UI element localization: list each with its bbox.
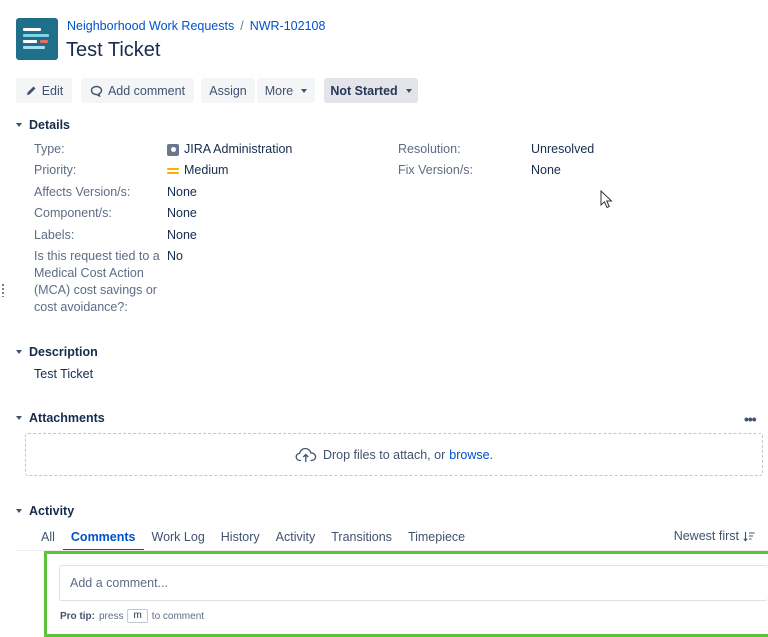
priority-medium-icon (167, 167, 179, 175)
affects-version-label: Affects Version/s: (34, 185, 131, 199)
edit-button[interactable]: Edit (16, 78, 72, 103)
chevron-down-icon (16, 350, 22, 354)
mouse-cursor-icon (600, 190, 613, 209)
add-comment-button[interactable]: Add comment (81, 78, 194, 103)
priority-label: Priority: (34, 163, 77, 177)
type-value-text: JIRA Administration (184, 142, 293, 156)
pencil-icon (26, 86, 36, 95)
issue-type-icon (167, 143, 179, 156)
tab-history[interactable]: History (213, 528, 268, 551)
browse-link[interactable]: browse (449, 448, 489, 462)
attachment-dropzone[interactable]: Drop files to attach, or browse. (25, 433, 763, 476)
tab-all[interactable]: All (33, 528, 63, 551)
fix-version-label: Fix Version/s: (398, 163, 474, 177)
tab-work-log[interactable]: Work Log (144, 528, 213, 551)
comment-icon (90, 85, 103, 97)
assign-button[interactable]: Assign (201, 78, 255, 103)
pro-tip-suffix: to comment (151, 610, 205, 622)
labels-label: Labels: (34, 228, 75, 242)
edit-button-label: Edit (41, 83, 64, 98)
chevron-down-icon (405, 88, 412, 93)
chevron-down-icon (301, 88, 308, 93)
fix-version-value: None (531, 163, 561, 177)
assign-button-label: Assign (209, 83, 247, 98)
dropzone-period: . (489, 447, 494, 462)
attachments-toggle[interactable]: Attachments (16, 411, 105, 425)
resize-handle[interactable] (2, 283, 4, 297)
breadcrumb-separator: / (240, 19, 244, 33)
description-text: Test Ticket (34, 367, 94, 381)
breadcrumb: Neighborhood Work Requests / NWR-102108 (67, 19, 325, 33)
type-value: JIRA Administration (167, 141, 292, 158)
mca-label: Is this request tied to a Medical Cost A… (34, 249, 160, 314)
priority-value-text: Medium (184, 163, 229, 177)
tab-comments[interactable]: Comments (62, 528, 144, 551)
dropzone-text: Drop files to attach, or (322, 447, 446, 462)
mca-value: No (167, 249, 183, 263)
sort-toggle[interactable]: Newest first (674, 529, 755, 543)
details-heading: Details (29, 118, 70, 132)
affects-version-value: None (167, 185, 197, 199)
keyboard-shortcut-key: m (127, 609, 148, 623)
activity-tabs: All Comments Work Log History Activity T… (33, 528, 473, 551)
page-title: Test Ticket (66, 39, 161, 61)
pro-tip-press: press (99, 610, 124, 622)
pro-tip: Pro tip: press m to comment (60, 609, 204, 623)
description-toggle[interactable]: Description (16, 345, 98, 359)
breadcrumb-project-link[interactable]: Neighborhood Work Requests (67, 19, 234, 33)
tab-timepiece[interactable]: Timepiece (400, 528, 473, 551)
chevron-down-icon (16, 509, 22, 513)
labels-value: None (167, 228, 197, 242)
cloud-upload-icon (295, 447, 317, 462)
components-label: Component/s: (34, 206, 112, 220)
chevron-down-icon (16, 416, 22, 420)
tab-activity[interactable]: Activity (268, 528, 324, 551)
comment-placeholder: Add a comment... (70, 576, 168, 590)
chevron-down-icon (16, 123, 22, 127)
resolution-value: Unresolved (531, 142, 595, 156)
status-button-label: Not Started (330, 83, 398, 98)
status-button[interactable]: Not Started (324, 78, 418, 103)
project-avatar[interactable] (16, 18, 58, 60)
components-value: None (167, 206, 197, 220)
resolution-label: Resolution: (398, 142, 461, 156)
add-comment-button-label: Add comment (107, 83, 186, 98)
description-heading: Description (29, 345, 98, 359)
attachments-heading: Attachments (29, 411, 105, 425)
tab-transitions[interactable]: Transitions (323, 528, 400, 551)
pro-tip-prefix: Pro tip: (60, 610, 95, 622)
activity-toggle[interactable]: Activity (16, 504, 74, 518)
details-toggle[interactable]: Details (16, 118, 70, 132)
more-button[interactable]: More (257, 78, 315, 103)
sort-descending-icon (743, 531, 755, 542)
breadcrumb-issue-key[interactable]: NWR-102108 (250, 19, 326, 33)
add-comment-input[interactable]: Add a comment... (59, 565, 768, 601)
sort-label: Newest first (673, 529, 739, 543)
attachments-more-icon[interactable]: ••• (744, 411, 757, 427)
type-label: Type: (34, 142, 65, 156)
activity-heading: Activity (29, 504, 75, 518)
priority-value: Medium (167, 162, 228, 179)
more-button-label: More (264, 83, 294, 98)
